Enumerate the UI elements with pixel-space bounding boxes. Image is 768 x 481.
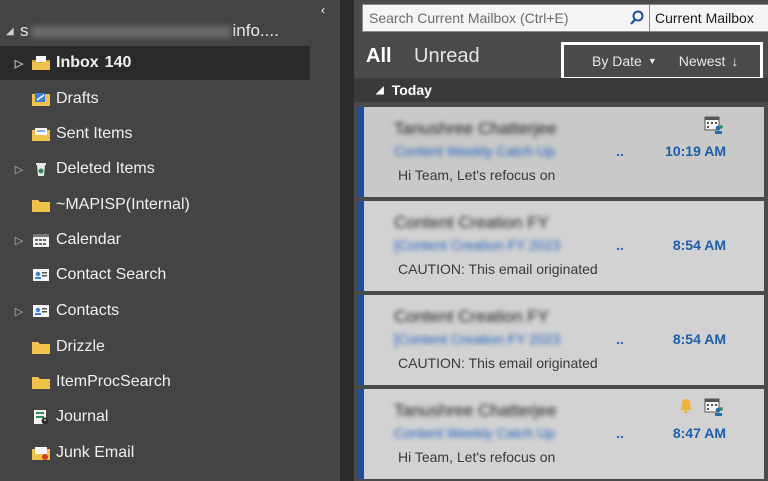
pane-splitter[interactable] [340, 0, 354, 481]
folder-icon [30, 196, 52, 214]
drafts-icon [30, 90, 52, 108]
junk-email-icon [30, 444, 52, 462]
message-item[interactable]: Content Creation FY [Content Creation FY… [358, 201, 764, 291]
message-subject: [Content Creation FY 2023 [394, 237, 561, 253]
folder-icon [30, 338, 52, 356]
unread-count: 140 [104, 54, 132, 71]
folder-label: ItemProcSearch [56, 373, 171, 390]
folder-label: Journal [56, 408, 109, 425]
message-time: 8:54 AM [672, 331, 726, 347]
search-input[interactable] [363, 5, 625, 31]
folder-label: Calendar [56, 231, 121, 248]
subject-ellipsis: .. [616, 237, 624, 253]
folder-mapisp-internal[interactable]: ~MAPISP(Internal) [0, 188, 310, 222]
collapse-triangle-icon[interactable]: ◢ [376, 85, 384, 96]
message-time: 8:54 AM [672, 237, 726, 253]
message-sender: Tanushree Chatterjee [394, 401, 557, 420]
folder-drizzle[interactable]: Drizzle [0, 330, 310, 364]
message-preview: Hi Team, Let's refocus on [398, 449, 556, 465]
folder-label: Junk Email [56, 444, 135, 461]
subject-ellipsis: .. [616, 425, 624, 441]
dropdown-caret-icon: ▼ [647, 56, 657, 66]
message-subject: [Content Creation FY 2023 [394, 331, 561, 347]
folder-label: Deleted Items [56, 160, 155, 177]
message-time: 8:47 AM [672, 425, 726, 441]
folder-contact-search[interactable]: Contact Search [0, 258, 310, 292]
message-preview: Hi Team, Let's refocus on [398, 167, 556, 183]
calendar-meeting-icon [704, 115, 724, 140]
inbox-icon [30, 54, 52, 72]
message-subject: Content Weekly Catch Up [394, 425, 555, 441]
folder-deleted-items[interactable]: ▷ Deleted Items [0, 152, 310, 186]
folder-sent-items[interactable]: Sent Items [0, 117, 310, 151]
unread-indicator [358, 389, 364, 479]
sort-order-toggle[interactable]: Newest ↓ [679, 53, 739, 69]
folder-label: Sent Items [56, 125, 133, 142]
contact-card-icon [30, 302, 52, 320]
filter-unread-tab[interactable]: Unread [414, 45, 480, 68]
group-header-today[interactable]: ◢ Today [354, 78, 768, 102]
group-label: Today [391, 82, 432, 98]
folder-drafts[interactable]: Drafts [0, 82, 310, 116]
expand-arrow-icon[interactable]: ▷ [12, 234, 26, 247]
message-preview: CAUTION: This email originated [398, 261, 598, 277]
message-item[interactable]: Content Creation FY [Content Creation FY… [358, 295, 764, 385]
folder-label: Contact Search [56, 266, 167, 283]
message-sender: Content Creation FY [394, 307, 549, 326]
search-icon[interactable] [625, 10, 649, 26]
folder-icon [30, 373, 52, 391]
folder-label: ~MAPISP(Internal) [56, 196, 190, 213]
folder-pane: ‹ ◢ s info.... ▷ Inbox 140 Drafts Sent It… [0, 0, 340, 481]
reminder-bell-icon [678, 397, 694, 420]
folder-contacts[interactable]: ▷ Contacts [0, 294, 310, 328]
expand-arrow-icon[interactable]: ▷ [12, 305, 26, 318]
account-row[interactable]: ◢ s info.... [0, 18, 310, 44]
sort-by-dropdown[interactable]: By Date ▼ [592, 53, 657, 69]
subject-ellipsis: .. [616, 143, 624, 159]
sort-controls: By Date ▼ Newest ↓ [561, 42, 763, 80]
message-list-pane: Current Mailbox All Unread By Date ▼ New… [354, 0, 768, 481]
folder-label: Drizzle [56, 338, 105, 355]
journal-icon [30, 408, 52, 426]
contact-card-icon [30, 266, 52, 284]
account-name: s info.... [20, 21, 279, 40]
folder-junk-email[interactable]: Junk Email [0, 436, 310, 470]
sort-down-arrow-icon: ↓ [731, 53, 739, 69]
unread-indicator [358, 107, 364, 197]
message-subject: Content Weekly Catch Up [394, 143, 555, 159]
message-item[interactable]: Tanushree Chatterjee Content Weekly Catc… [358, 389, 764, 479]
message-sender: Content Creation FY [394, 213, 549, 232]
calendar-meeting-icon [704, 397, 724, 422]
message-sender: Tanushree Chatterjee [394, 119, 557, 138]
expand-arrow-icon[interactable]: ▷ [12, 57, 26, 70]
search-scope-dropdown[interactable]: Current Mailbox [650, 4, 768, 32]
collapse-triangle-icon[interactable]: ◢ [6, 26, 20, 37]
deleted-items-icon [30, 160, 52, 178]
calendar-icon [30, 231, 52, 249]
expand-arrow-icon[interactable]: ▷ [12, 163, 26, 176]
folder-label: Drafts [56, 90, 99, 107]
folder-journal[interactable]: Journal [0, 400, 310, 434]
search-box [362, 4, 650, 32]
filter-all-tab[interactable]: All [366, 45, 392, 68]
sent-items-icon [30, 125, 52, 143]
collapse-folder-pane-button[interactable]: ‹ [316, 2, 330, 18]
message-preview: CAUTION: This email originated [398, 355, 598, 371]
unread-indicator [358, 295, 364, 385]
folder-inbox[interactable]: ▷ Inbox 140 [0, 46, 310, 80]
sort-order-label: Newest [678, 53, 726, 69]
folder-calendar[interactable]: ▷ Calendar [0, 223, 310, 257]
message-item[interactable]: Tanushree Chatterjee Content Weekly Catc… [358, 107, 764, 197]
folder-label: Contacts [56, 302, 120, 319]
unread-indicator [358, 201, 364, 291]
subject-ellipsis: .. [616, 331, 624, 347]
sort-by-label: By Date [592, 53, 642, 69]
message-time: 10:19 AM [665, 143, 726, 159]
folder-label: Inbox [56, 54, 99, 71]
folder-itemprocsearch[interactable]: ItemProcSearch [0, 365, 310, 399]
